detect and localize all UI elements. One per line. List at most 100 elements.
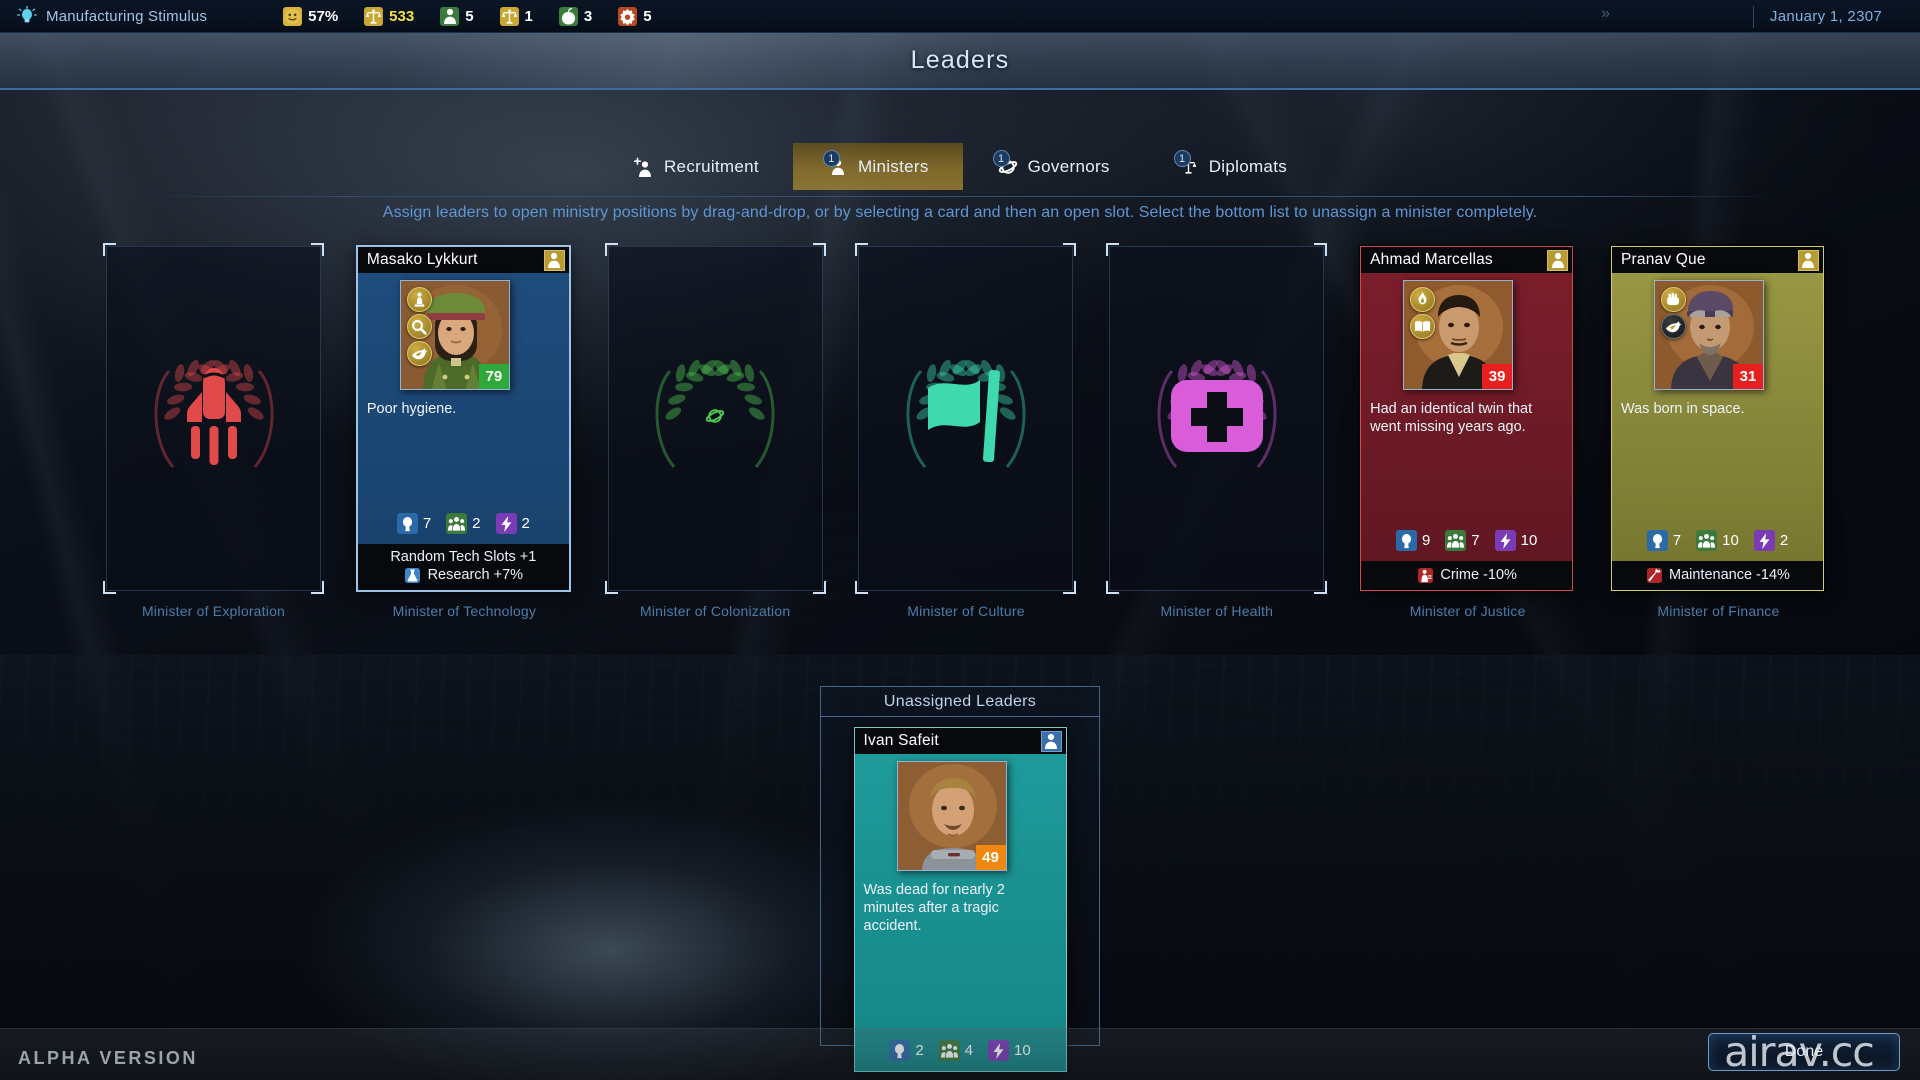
- slot-emblem: [1142, 359, 1292, 479]
- leader-stat: 10: [1494, 530, 1537, 551]
- tab-governors[interactable]: 1 Governors: [963, 143, 1144, 190]
- corner-mark: [311, 581, 324, 594]
- corner-mark: [604, 581, 618, 594]
- resource-population: 5: [440, 6, 474, 26]
- leader-stat-value: 7: [1471, 532, 1480, 549]
- page-header: Leaders: [0, 33, 1920, 90]
- leader-card[interactable]: Pranav Que 31 Was born in space. 7 10 2 …: [1610, 246, 1824, 591]
- slot-emblem: [891, 359, 1041, 479]
- leader-effect: Maintenance -14%: [1645, 566, 1790, 584]
- approval-face-icon: [283, 6, 303, 26]
- corner-mark: [1106, 243, 1120, 256]
- person-icon: [1547, 249, 1569, 271]
- resource-value: 533: [389, 7, 415, 25]
- leader-card-header: Masako Lykkurt: [357, 247, 569, 273]
- minister-slot-minister-of-technology[interactable]: Masako Lykkurt 79 Poor hygiene. 7 2 2 Ra…: [355, 245, 572, 626]
- fist-trait-icon[interactable]: [1660, 287, 1686, 312]
- page-title: Leaders: [910, 46, 1010, 74]
- corner-mark: [1063, 243, 1077, 256]
- leader-traits: [1410, 287, 1436, 339]
- minister-slot-minister-of-health[interactable]: Minister of Health: [1106, 243, 1328, 626]
- dove-trait-icon[interactable]: [406, 341, 432, 366]
- alpha-version-label: ALPHA VERSION: [18, 1048, 198, 1068]
- minister-slot-minister-of-culture[interactable]: Minister of Culture: [855, 243, 1077, 626]
- resource-group: 57% 533 5 1 3 5: [283, 6, 652, 26]
- empty-minister-slot[interactable]: [604, 243, 826, 594]
- leader-card[interactable]: Ivan Safeit 49 Was dead for nearly 2 min…: [853, 727, 1067, 1072]
- footer-bar: ALPHA VERSION Done airav.cc: [0, 1028, 1920, 1080]
- minister-slot-label: Minister of Culture: [907, 603, 1025, 619]
- date-text: January 1, 2307: [1769, 8, 1882, 25]
- lightbulb-icon: [16, 5, 38, 27]
- tab-bar: Recruitment 1 Ministers 1 Governors 1 Diplomat…: [0, 143, 1920, 190]
- science-bulb-icon: [1395, 530, 1417, 551]
- minister-slot-minister-of-finance[interactable]: Pranav Que 31 Was born in space. 7 10 2 …: [1610, 246, 1826, 626]
- leader-stat: 7: [1646, 530, 1681, 551]
- minister-slot-minister-of-exploration[interactable]: Minister of Exploration: [103, 243, 324, 626]
- rocket-icon: [166, 364, 262, 473]
- tab-label: Diplomats: [1208, 156, 1288, 176]
- chevron-right-icon[interactable]: »: [1601, 5, 1620, 23]
- policy-name: Manufacturing Stimulus: [46, 7, 208, 25]
- dove-trait-icon[interactable]: [1660, 314, 1686, 339]
- empty-minister-slot[interactable]: [103, 243, 324, 594]
- done-button[interactable]: Done: [1708, 1033, 1900, 1071]
- resource-approval-face: 57%: [283, 6, 338, 26]
- resource-value: 3: [583, 7, 593, 25]
- top-resource-bar: Manufacturing Stimulus 57% 533 5 1 3 5 Januar…: [0, 0, 1920, 33]
- tab-label: Ministers: [857, 156, 929, 176]
- empty-minister-slot[interactable]: [1106, 243, 1328, 594]
- tab-ministers[interactable]: 1 Ministers: [792, 143, 963, 190]
- leader-description: Had an identical twin that went missing …: [1370, 401, 1533, 436]
- leadership-people-icon: [1696, 530, 1718, 551]
- corner-mark: [1314, 581, 1328, 594]
- flame-trait-icon[interactable]: [1410, 287, 1436, 312]
- leader-card[interactable]: Ahmad Marcellas 39 Had an identical twin: [1360, 246, 1574, 591]
- statue-trait-icon[interactable]: [406, 287, 432, 312]
- leader-card[interactable]: Masako Lykkurt 79 Poor hygiene. 7 2 2 Ra…: [355, 245, 571, 592]
- corner-mark: [812, 243, 826, 256]
- person-icon: [543, 249, 565, 271]
- science-bulb-icon: [396, 513, 418, 534]
- minister-slot-minister-of-colonization[interactable]: Minister of Colonization: [604, 243, 826, 626]
- leader-card-header: Ahmad Marcellas: [1361, 247, 1573, 273]
- tab-diplomats[interactable]: 1 Diplomats: [1144, 143, 1321, 190]
- leader-portrait-wrap: 79: [399, 280, 510, 390]
- leader-card-body: 39 Had an identical twin that went missi…: [1361, 273, 1572, 561]
- credits-scales-icon: [364, 6, 384, 26]
- date-display: January 1, 2307: [1752, 0, 1920, 33]
- leader-effect: Research +7%: [404, 566, 523, 584]
- science-bulb-icon: [1646, 530, 1668, 551]
- leader-portrait-wrap: 39: [1403, 280, 1514, 390]
- minister-slot-label: Minister of Finance: [1657, 603, 1780, 619]
- done-button-label: Done: [1784, 1043, 1824, 1060]
- minister-slot-label: Minister of Technology: [392, 603, 537, 619]
- corner-mark: [103, 243, 116, 256]
- minister-slot-minister-of-justice[interactable]: Ahmad Marcellas 39 Had an identical twin: [1360, 246, 1575, 626]
- leader-stat: 2: [1753, 530, 1789, 551]
- food-apple-icon: [558, 6, 578, 26]
- unassigned-leaders-panel: Unassigned Leaders Ivan Safeit 49 Was de…: [820, 686, 1100, 1072]
- unassigned-leaders-list: Ivan Safeit 49 Was dead for nearly 2 min…: [821, 717, 1099, 1072]
- leader-card-body: 79 Poor hygiene. 7 2 2: [358, 273, 569, 544]
- magnifier-trait-icon[interactable]: [406, 314, 432, 339]
- leadership-people-icon: [1445, 530, 1467, 551]
- leader-stat-value: 2: [472, 515, 481, 532]
- research-flask-icon: [404, 566, 422, 584]
- leader-score: 31: [1732, 364, 1763, 389]
- tab-recruitment[interactable]: Recruitment: [599, 143, 793, 190]
- add-person-icon: [633, 156, 655, 178]
- leader-effect: Random Tech Slots +1: [390, 549, 536, 565]
- leader-portrait-wrap: 49: [896, 761, 1007, 871]
- corner-mark: [812, 581, 826, 594]
- leader-name: Ahmad Marcellas: [1370, 251, 1493, 268]
- book-trait-icon[interactable]: [1410, 314, 1436, 339]
- leader-name: Ivan Safeit: [863, 732, 939, 749]
- minister-slot-label: Minister of Exploration: [141, 603, 286, 619]
- leader-traits: [406, 287, 432, 366]
- leader-stat-value: 2: [1779, 532, 1789, 549]
- empty-minister-slot[interactable]: [855, 243, 1077, 594]
- tab-badge: 1: [822, 150, 840, 167]
- leader-stat: 2: [495, 513, 530, 534]
- leader-stat: 9: [1395, 530, 1430, 551]
